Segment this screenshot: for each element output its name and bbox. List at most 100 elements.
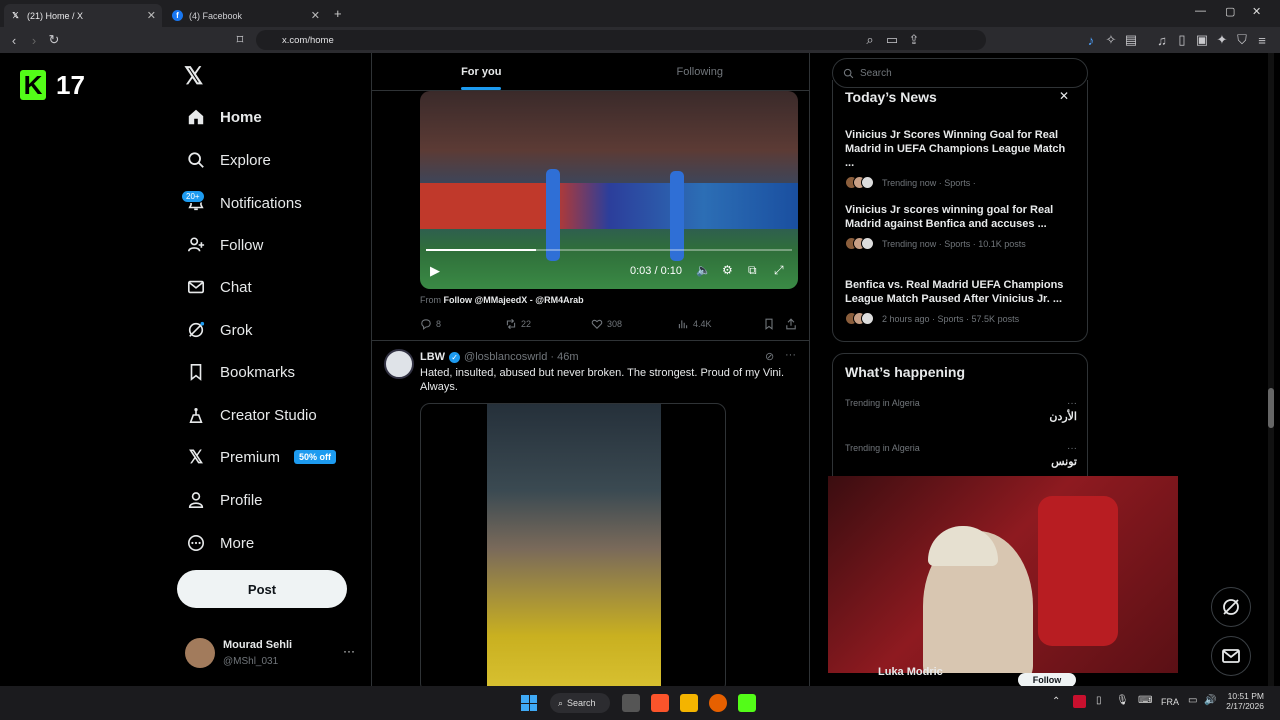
taskbar-search[interactable]: ⌕ Search (550, 693, 610, 713)
nav-item-explore[interactable]: Explore (186, 143, 271, 177)
post-media[interactable] (420, 403, 726, 686)
trend-item[interactable]: Trending in Algeria تونس ··· (845, 443, 1077, 468)
news-item[interactable]: Vinicius Jr scores winning goal for Real… (845, 203, 1077, 250)
grok-explain-icon[interactable]: ⊘ (765, 350, 774, 363)
audio-icon[interactable]: ♪ (1083, 32, 1099, 48)
extensions-icon[interactable]: ✧ (1103, 32, 1119, 48)
video-player[interactable]: ▶ 0:03 / 0:10 🔈 ⚙ ⧉ ⤢ (420, 91, 798, 289)
battery-icon[interactable]: ▯ (1096, 695, 1102, 706)
language-indicator[interactable]: FRA (1161, 697, 1179, 707)
views-button[interactable]: 4.4K (677, 318, 712, 330)
nav-item-profile[interactable]: Profile (186, 483, 263, 517)
avatar[interactable] (384, 349, 414, 379)
zoom-icon[interactable]: ⌕ (862, 32, 878, 48)
page-scrollbar[interactable] (1268, 53, 1274, 686)
media-image (487, 404, 661, 686)
feed-tabs: For you Following (372, 53, 809, 91)
fullscreen-icon[interactable]: ⤢ (774, 263, 784, 278)
divider (372, 340, 809, 341)
post-button[interactable]: Post (177, 570, 347, 608)
like-button[interactable]: 308 (591, 318, 622, 330)
x-logo-icon[interactable]: 𝕏 (184, 62, 203, 91)
mic-icon[interactable]: 🎙 (1116, 695, 1129, 706)
tray-app-icon[interactable] (1073, 695, 1086, 708)
maximize-button[interactable]: ▢ (1225, 5, 1235, 18)
grok-float-button[interactable] (1211, 587, 1251, 627)
reload-icon[interactable]: ↻ (46, 32, 62, 48)
scrollbar-thumb[interactable] (1268, 388, 1274, 428)
start-button[interactable] (521, 695, 537, 711)
from-link[interactable]: Follow @MMajeedX - @RM4Arab (444, 295, 584, 305)
nav-item-follow[interactable]: Follow (186, 228, 263, 262)
webcam-overlay (828, 476, 1178, 673)
nav-item-home[interactable]: Home (186, 100, 262, 134)
kick-app-icon[interactable] (738, 694, 756, 712)
nav-item-creator-studio[interactable]: Creator Studio (186, 398, 317, 432)
close-tab-icon[interactable]: ✕ (147, 9, 156, 22)
repost-button[interactable]: 22 (505, 318, 531, 330)
task-view-icon[interactable] (622, 694, 640, 712)
trend-more-icon[interactable]: ··· (1067, 398, 1077, 409)
share-icon[interactable]: ⇪ (906, 32, 922, 48)
play-icon[interactable]: ▶ (430, 263, 440, 279)
clock-date: 2/17/2026 (1226, 701, 1264, 711)
whats-happening-card: What’s happening Trending in Algeria الأ… (832, 353, 1088, 493)
wallet-icon[interactable]: ▣ (1194, 32, 1210, 48)
close-window-button[interactable]: ✕ (1252, 5, 1261, 18)
minimize-button[interactable]: — (1195, 5, 1206, 17)
close-tab-icon[interactable]: ✕ (311, 9, 320, 22)
browser-tab-facebook[interactable]: f (4) Facebook ✕ (166, 4, 326, 27)
network-icon[interactable]: ▭ (1188, 695, 1197, 706)
brave-icon[interactable] (651, 694, 669, 712)
firefox-icon[interactable] (709, 694, 727, 712)
account-more-icon[interactable]: ··· (343, 644, 355, 658)
avatar[interactable] (185, 638, 215, 668)
vpn-icon[interactable]: ✦ (1214, 32, 1230, 48)
nav-item-notifications[interactable]: Notifications (186, 186, 302, 220)
back-icon[interactable]: ‹ (6, 32, 22, 48)
shield-icon[interactable]: ⛉ (1234, 32, 1250, 48)
search-icon: ⌕ (558, 697, 564, 708)
pip-icon[interactable]: ⧉ (748, 263, 757, 278)
kick-logo: K (20, 70, 46, 100)
reply-button[interactable]: 8 (420, 318, 441, 330)
reply-count: 8 (436, 319, 442, 329)
nav-item-bookmarks[interactable]: Bookmarks (186, 355, 295, 389)
sidebar-icon[interactable]: ▤ (1123, 32, 1139, 48)
trend-item[interactable]: Trending in Algeria الأردن ··· (845, 398, 1077, 423)
nav-item-premium[interactable]: 𝕏 Premium 50% off (186, 440, 337, 474)
reader-icon[interactable]: ▯ (1174, 32, 1190, 48)
tray-chevron-icon[interactable]: ⌃ (1052, 696, 1060, 707)
trend-more-icon[interactable]: ··· (1067, 443, 1077, 454)
volume-icon[interactable]: 🔈 (696, 263, 711, 277)
author-name[interactable]: LBW (420, 351, 445, 363)
clock[interactable]: 10:51 PM 2/17/2026 (1222, 691, 1264, 711)
forward-icon[interactable]: › (26, 32, 42, 48)
close-icon[interactable]: ✕ (1059, 89, 1069, 103)
nav-label: Grok (220, 321, 253, 339)
follow-button[interactable]: Follow (1018, 673, 1076, 687)
nav-item-chat[interactable]: Chat (186, 270, 252, 304)
share-post-icon[interactable] (785, 317, 797, 335)
author-handle[interactable]: @losblancoswrld (464, 351, 547, 363)
post-more-icon[interactable]: ··· (785, 349, 796, 361)
browser-tab-x[interactable]: 𝕏 (21) Home / X ✕ (4, 4, 162, 27)
nav-item-grok[interactable]: Grok (186, 313, 253, 347)
news-item[interactable]: Vinicius Jr Scores Winning Goal for Real… (845, 128, 1077, 189)
settings-icon[interactable]: ⚙ (722, 263, 733, 277)
new-tab-button[interactable]: + (334, 6, 342, 21)
video-progress-track[interactable] (426, 249, 792, 251)
screenshot-icon[interactable]: ▭ (884, 32, 900, 48)
tab-for-you[interactable]: For you (372, 53, 591, 90)
tab-following[interactable]: Following (591, 53, 810, 90)
file-explorer-icon[interactable] (680, 694, 698, 712)
news-item[interactable]: Benfica vs. Real Madrid UEFA Champions L… (845, 278, 1077, 325)
menu-icon[interactable]: ≡ (1254, 32, 1270, 48)
bookmark-post-icon[interactable] (763, 317, 775, 335)
volume-icon[interactable]: 🔊 (1204, 695, 1216, 706)
keyboard-icon[interactable]: ⌨ (1138, 695, 1152, 706)
messages-float-button[interactable] (1211, 636, 1251, 676)
bookmark-page-icon[interactable]: ⌑ (232, 32, 248, 48)
nav-item-more[interactable]: More (186, 526, 254, 560)
media-icon[interactable]: ♫ (1154, 32, 1170, 48)
